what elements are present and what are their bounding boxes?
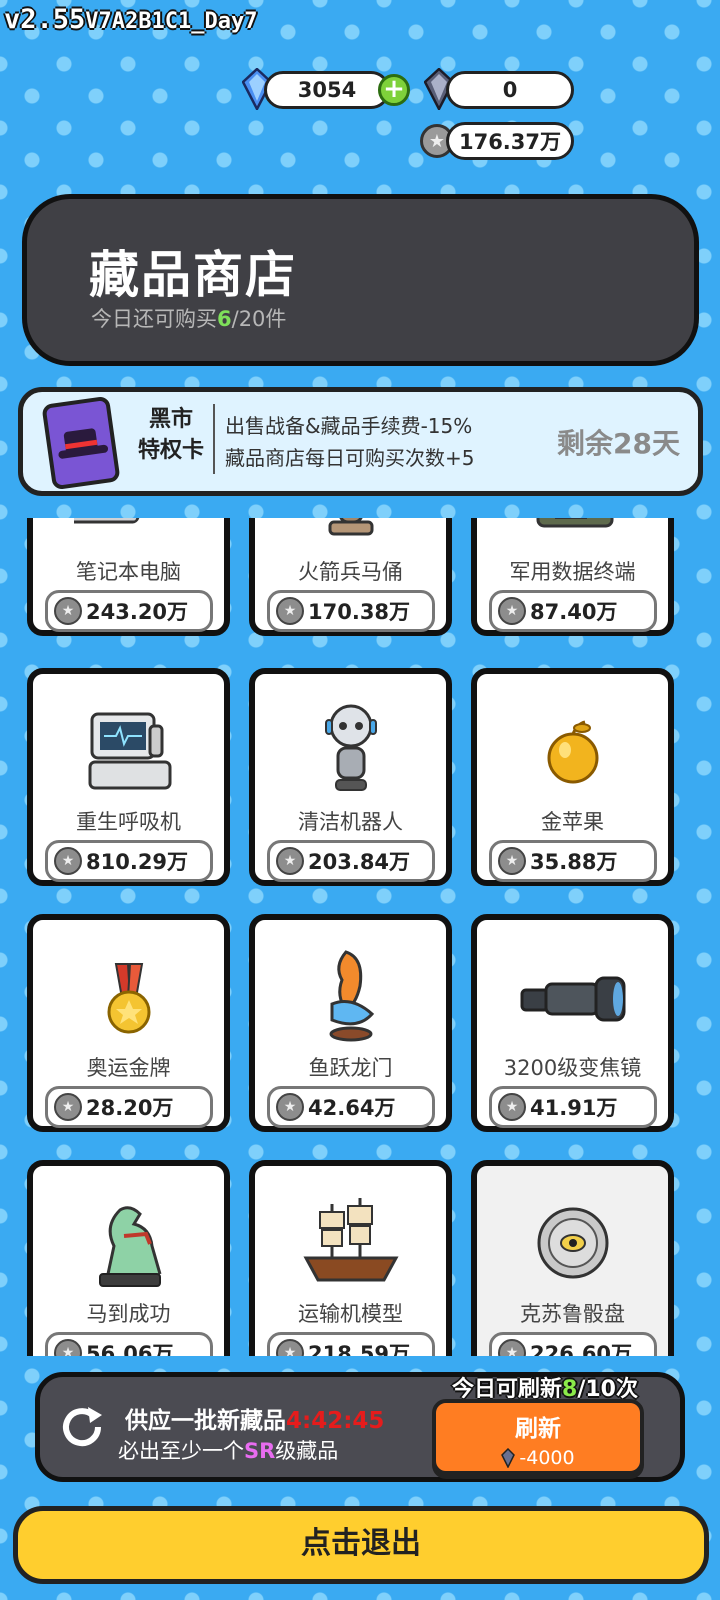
item-price[interactable]: ★ 203.84万 xyxy=(267,840,435,882)
item-price[interactable]: ★ 810.29万 xyxy=(45,840,213,882)
item-name: 笔记本电脑 xyxy=(76,560,181,584)
item-grid: 笔记本电脑 ★ 243.20万 火箭兵马俑 ★ 170.38万 军用数据终端 ★ 87… xyxy=(0,518,720,1356)
item-card[interactable]: 清洁机器人 ★ 203.84万 xyxy=(249,668,452,886)
item-name: 运输机模型 xyxy=(298,1302,403,1326)
refresh-button[interactable]: 刷新 -4000 xyxy=(432,1399,644,1475)
coin-icon: ★ xyxy=(276,1339,304,1356)
coin-icon: ★ xyxy=(498,597,526,625)
golden-apple-icon xyxy=(547,720,598,784)
refresh-description: 供应一批新藏品4:42:45 xyxy=(125,1408,385,1434)
coin-icon: ★ xyxy=(54,1339,82,1356)
version-label: v2.55V7A2B1C1_Day7 xyxy=(4,4,258,35)
refresh-cost: -4000 xyxy=(436,1447,640,1469)
coin-icon: ★ xyxy=(54,597,82,625)
item-price[interactable]: ★ 226.60万 xyxy=(489,1332,657,1356)
item-name: 清洁机器人 xyxy=(298,810,403,834)
jade-horse-icon xyxy=(98,1206,161,1287)
item-name: 鱼跃龙门 xyxy=(308,1056,393,1080)
privilege-benefit-1: 出售战备&藏品手续费-15% xyxy=(225,414,473,438)
exit-button[interactable]: 点击退出 xyxy=(13,1506,709,1584)
item-card[interactable]: 奥运金牌 ★ 28.20万 xyxy=(27,914,230,1132)
item-price[interactable]: ★ 87.40万 xyxy=(489,590,657,632)
privilege-benefit-2: 藏品商店每日可购买次数+5 xyxy=(225,446,475,470)
item-card[interactable]: 鱼跃龙门 ★ 42.64万 xyxy=(249,914,452,1132)
magic-hat-card-icon xyxy=(41,395,121,491)
coin-icon: ★ xyxy=(498,1339,526,1356)
item-name: 军用数据终端 xyxy=(509,560,636,584)
gold-medal-icon xyxy=(107,963,150,1034)
coin-balance: 176.37万 xyxy=(446,122,574,160)
item-price[interactable]: ★ 42.64万 xyxy=(267,1086,435,1128)
item-card[interactable]: 重生呼吸机 ★ 810.29万 xyxy=(27,668,230,886)
coin-icon: ★ xyxy=(498,1093,526,1121)
dark-gem-balance: 0 xyxy=(446,71,574,109)
refresh-button-label: 刷新 xyxy=(515,1416,561,1442)
item-card[interactable]: 马到成功 ★ 56.06万 xyxy=(27,1160,230,1356)
item-card[interactable]: 火箭兵马俑 ★ 170.38万 xyxy=(249,518,452,636)
item-name: 火箭兵马俑 xyxy=(298,560,403,584)
item-card[interactable]: 军用数据终端 ★ 87.40万 xyxy=(471,518,674,636)
coin-icon: ★ xyxy=(276,1093,304,1121)
terracotta-icon xyxy=(328,518,373,536)
page-title: 藏品商店 xyxy=(89,246,297,304)
coin-icon: ★ xyxy=(276,847,304,875)
item-price[interactable]: ★ 28.20万 xyxy=(45,1086,213,1128)
item-card[interactable]: 克苏鲁骰盘 ★ 226.60万 xyxy=(471,1160,674,1356)
item-card[interactable]: 运输机模型 ★ 218.59万 xyxy=(249,1160,452,1356)
robot-icon xyxy=(324,704,377,791)
coin-icon: ★ xyxy=(54,847,82,875)
item-name: 马到成功 xyxy=(86,1302,171,1326)
ship-model-icon xyxy=(302,1198,399,1282)
dark-gem-icon xyxy=(501,1448,516,1468)
item-price[interactable]: ★ 35.88万 xyxy=(489,840,657,882)
item-card[interactable]: 金苹果 ★ 35.88万 xyxy=(471,668,674,886)
shop-header: 藏品商店 今日还可购买6/20件 xyxy=(22,194,699,366)
item-name: 3200级变焦镜 xyxy=(503,1056,642,1080)
item-name: 重生呼吸机 xyxy=(76,810,181,834)
gem-balance: 3054 xyxy=(264,71,390,109)
item-price[interactable]: ★ 41.91万 xyxy=(489,1086,657,1128)
item-name: 克苏鲁骰盘 xyxy=(520,1302,625,1326)
laptop-icon xyxy=(73,518,143,524)
add-gems-button[interactable]: + xyxy=(378,74,410,106)
item-price[interactable]: ★ 243.20万 xyxy=(45,590,213,632)
coin-icon: ★ xyxy=(54,1093,82,1121)
refresh-timer: 4:42:45 xyxy=(286,1408,385,1434)
ventilator-icon xyxy=(88,712,171,790)
privilege-name: 黑市 特权卡 xyxy=(137,407,204,463)
coin-icon: ★ xyxy=(276,597,304,625)
item-price[interactable]: ★ 56.06万 xyxy=(45,1332,213,1356)
privilege-remaining: 剩余28天 xyxy=(557,427,680,460)
refresh-panel: 供应一批新藏品4:42:45 必出至少一个SR级藏品 今日可刷新8/10次 刷新… xyxy=(35,1372,685,1482)
cthulhu-dish-icon xyxy=(537,1207,608,1279)
refresh-icon xyxy=(63,1407,102,1447)
coin-icon: ★ xyxy=(498,847,526,875)
zoom-lens-icon xyxy=(520,976,625,1022)
divider xyxy=(213,404,215,474)
military-terminal-icon xyxy=(536,518,613,528)
item-card[interactable]: 笔记本电脑 ★ 243.20万 xyxy=(27,518,230,636)
purchase-limit: 今日还可购买6/20件 xyxy=(91,307,287,331)
item-price[interactable]: ★ 170.38万 xyxy=(267,590,435,632)
black-market-privilege-banner[interactable]: 黑市 特权卡 出售战备&藏品手续费-15% 藏品商店每日可购买次数+5 剩余28天 xyxy=(18,387,703,496)
refresh-guarantee: 必出至少一个SR级藏品 xyxy=(118,1439,339,1463)
item-card[interactable]: 3200级变焦镜 ★ 41.91万 xyxy=(471,914,674,1132)
koi-statue-icon xyxy=(329,950,374,1042)
item-name: 金苹果 xyxy=(541,810,604,834)
item-name: 奥运金牌 xyxy=(86,1056,171,1080)
item-price[interactable]: ★ 218.59万 xyxy=(267,1332,435,1356)
